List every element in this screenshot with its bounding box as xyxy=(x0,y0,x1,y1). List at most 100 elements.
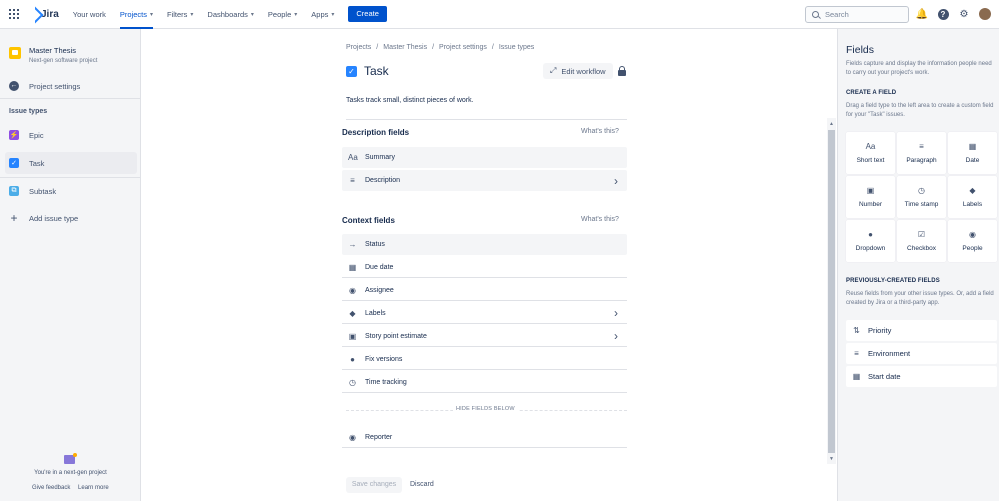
field-assignee[interactable]: ◉ Assignee xyxy=(342,280,627,301)
create-field-heading: CREATE A FIELD xyxy=(846,90,897,96)
jira-logo[interactable]: Jira xyxy=(28,9,59,20)
field-type-label: Time stamp xyxy=(904,201,939,208)
nav-your-work[interactable]: Your work xyxy=(73,0,106,29)
field-type-number[interactable]: ▣ Number xyxy=(846,176,895,218)
field-fix-versions[interactable]: ● Fix versions xyxy=(342,349,627,370)
fields-panel-description: Fields capture and display the informati… xyxy=(846,61,992,76)
dropdown-icon: ● xyxy=(868,230,873,239)
breadcrumb-projects[interactable]: Projects xyxy=(346,44,371,51)
paragraph-icon: ≡ xyxy=(350,176,355,185)
edit-workflow-label: Edit workflow xyxy=(561,66,606,76)
context-fields-help-link[interactable]: What's this? xyxy=(581,216,619,223)
field-story-point-estimate[interactable]: ▣ Story point estimate › xyxy=(342,326,627,347)
breadcrumb-issue-types[interactable]: Issue types xyxy=(499,44,534,51)
number-icon: ▣ xyxy=(348,331,357,341)
divider xyxy=(0,177,141,178)
checkbox-icon: ☑ xyxy=(917,230,926,239)
sidebar-item-task[interactable]: ✓ Task xyxy=(5,152,137,174)
field-summary[interactable]: Aa Summary xyxy=(342,147,627,168)
edit-workflow-button[interactable]: ⤢ Edit workflow xyxy=(543,63,613,79)
chevron-right-icon[interactable]: › xyxy=(614,306,618,320)
description-fields-help-link[interactable]: What's this? xyxy=(581,128,619,135)
fields-panel: Fields Fields capture and display the in… xyxy=(837,29,999,501)
learn-more-link[interactable]: Learn more xyxy=(78,485,109,491)
discard-button[interactable]: Discard xyxy=(410,477,434,493)
clock-icon: ◷ xyxy=(349,377,356,387)
nav-filters[interactable]: Filters ▾ xyxy=(167,0,193,29)
create-button[interactable]: Create xyxy=(348,6,387,22)
field-status[interactable]: → Status xyxy=(342,234,627,255)
sidebar-item-epic[interactable]: ⚡ Epic xyxy=(5,124,137,146)
add-issue-type-label: Add issue type xyxy=(29,213,79,223)
paragraph-icon: ≡ xyxy=(919,142,924,151)
nav-people[interactable]: People ▾ xyxy=(268,0,297,29)
save-changes-button[interactable]: Save changes xyxy=(346,477,402,493)
give-feedback-link[interactable]: Give feedback xyxy=(32,485,70,491)
field-type-time-stamp[interactable]: ◷ Time stamp xyxy=(897,176,946,218)
field-reporter[interactable]: ◉ Reporter xyxy=(342,427,627,448)
field-label: Summary xyxy=(365,154,395,161)
lock-icon[interactable] xyxy=(618,66,626,76)
search-input[interactable] xyxy=(825,10,905,19)
user-avatar[interactable] xyxy=(979,8,991,20)
field-labels[interactable]: ◆ Labels › xyxy=(342,303,627,324)
project-avatar-icon xyxy=(9,47,21,59)
search-box[interactable] xyxy=(805,6,909,23)
field-due-date[interactable]: ▦ Due date xyxy=(342,257,627,278)
task-icon: ✓ xyxy=(9,158,19,168)
text-icon: Aa xyxy=(348,153,358,162)
breadcrumb-master-thesis[interactable]: Master Thesis xyxy=(383,44,427,51)
field-type-paragraph[interactable]: ≡ Paragraph xyxy=(897,132,946,174)
field-type-short-text[interactable]: Aa Short text xyxy=(846,132,895,174)
project-name: Master Thesis xyxy=(29,46,76,55)
field-type-dropdown[interactable]: ● Dropdown xyxy=(846,220,895,262)
back-label: Project settings xyxy=(29,81,81,91)
field-label: Story point estimate xyxy=(365,332,427,340)
field-type-labels[interactable]: ◆ Labels xyxy=(948,176,997,218)
logo-text: Jira xyxy=(41,8,59,20)
settings-gear-icon[interactable]: ⚙ xyxy=(958,8,970,20)
nav-projects[interactable]: Projects ▾ xyxy=(119,0,154,29)
arrow-right-icon: → xyxy=(348,240,357,249)
breadcrumb: Projects / Master Thesis / Project settings /… xyxy=(346,44,534,51)
hide-fields-label: HIDE FIELDS BELOW xyxy=(453,406,518,412)
field-type-date[interactable]: ▦ Date xyxy=(948,132,997,174)
scroll-up-arrow-icon[interactable]: ▲ xyxy=(827,119,836,129)
breadcrumb-project-settings[interactable]: Project settings xyxy=(439,44,487,51)
chevron-down-icon: ▾ xyxy=(331,11,335,18)
field-type-label: Labels xyxy=(962,201,983,208)
scroll-down-arrow-icon[interactable]: ▼ xyxy=(827,454,836,464)
back-to-project-settings[interactable]: ← Project settings xyxy=(9,81,80,91)
field-type-people[interactable]: ◉ People xyxy=(948,220,997,262)
field-type-label: People xyxy=(962,245,983,252)
nav-label: People xyxy=(267,9,292,19)
field-time-tracking[interactable]: ◷ Time tracking xyxy=(342,372,627,393)
back-arrow-icon: ← xyxy=(9,81,19,91)
task-icon: ✓ xyxy=(346,65,357,77)
notifications-bell-icon[interactable]: 🔔 xyxy=(916,8,928,20)
tag-icon: ◆ xyxy=(969,186,976,195)
nav-dashboards[interactable]: Dashboards ▾ xyxy=(207,0,253,29)
tag-icon: ◆ xyxy=(349,308,356,318)
field-type-checkbox[interactable]: ☑ Checkbox xyxy=(897,220,946,262)
field-label: Reporter xyxy=(365,433,393,441)
scrollbar-thumb[interactable] xyxy=(828,130,835,453)
nav-label: Dashboards xyxy=(207,9,248,19)
chevron-right-icon[interactable]: › xyxy=(614,174,618,188)
field-description[interactable]: ≡ Description › xyxy=(342,170,627,191)
help-icon[interactable]: ? xyxy=(937,8,949,20)
add-issue-type-button[interactable]: + Add issue type xyxy=(9,211,78,225)
issue-type-description[interactable]: Tasks track small, distinct pieces of wo… xyxy=(346,97,474,104)
sidebar-item-subtask[interactable]: ⧉ Subtask xyxy=(5,180,137,202)
app-switcher-icon[interactable] xyxy=(9,9,19,19)
project-header[interactable]: Master Thesis Next-gen software project xyxy=(9,46,97,64)
nav-apps[interactable]: Apps ▾ xyxy=(311,0,334,29)
field-type-label: Dropdown xyxy=(855,245,886,252)
nav-label: Projects xyxy=(119,9,147,19)
priority-icon: ⇅ xyxy=(853,326,860,335)
previous-field-priority[interactable]: ⇅ Priority xyxy=(846,320,997,341)
field-label: Description xyxy=(365,177,401,184)
previous-field-start-date[interactable]: ▦ Start date xyxy=(846,366,997,387)
chevron-right-icon[interactable]: › xyxy=(614,329,618,343)
previous-field-environment[interactable]: ≡ Environment xyxy=(846,343,997,364)
